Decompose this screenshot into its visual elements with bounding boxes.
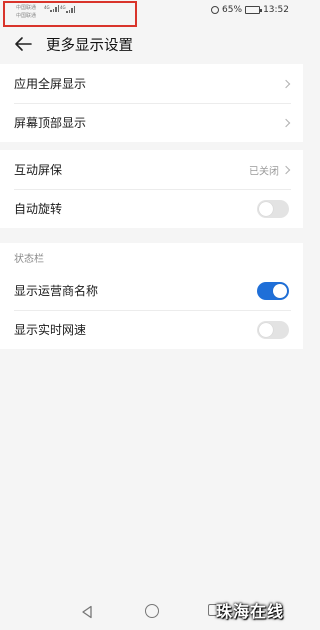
battery-percent: 65% bbox=[222, 5, 243, 15]
nav-home-icon[interactable] bbox=[145, 604, 159, 618]
carrier-name-1: 中国联通 bbox=[16, 5, 37, 11]
setting-value: 已关闭 bbox=[249, 166, 279, 177]
clock: 13:52 bbox=[263, 5, 289, 15]
setting-label: 自动旋转 bbox=[14, 202, 63, 216]
setting-label: 应用全屏显示 bbox=[14, 77, 87, 91]
back-arrow-icon[interactable] bbox=[14, 36, 32, 52]
chevron-right-icon bbox=[281, 79, 291, 88]
screen-group: 互动屏保 已关闭 自动旋转 bbox=[0, 150, 303, 228]
display-group: 应用全屏显示 屏幕顶部显示 bbox=[0, 64, 303, 142]
status-bar: 中国联通 中国联通 4G 4G 65% 13:52 bbox=[0, 0, 303, 27]
battery-icon bbox=[245, 6, 263, 14]
setting-label: 显示实时网速 bbox=[14, 323, 87, 337]
auto-rotate-toggle[interactable] bbox=[257, 199, 289, 218]
page-title: 更多显示设置 bbox=[46, 38, 133, 54]
carrier-name-2: 中国联通 bbox=[16, 13, 37, 19]
setting-show-carrier-name: 显示运营商名称 bbox=[0, 271, 303, 310]
network-type-2: 4G bbox=[60, 5, 66, 10]
chevron-right-icon bbox=[281, 118, 291, 127]
watermark: 珠海在线 bbox=[216, 602, 285, 621]
setting-interactive-screensaver[interactable]: 互动屏保 已关闭 bbox=[0, 150, 303, 189]
chevron-right-icon bbox=[281, 165, 291, 174]
status-bar-group: 状态栏 显示运营商名称 显示实时网速 bbox=[0, 243, 303, 349]
status-right: 65% 13:52 bbox=[211, 5, 289, 15]
network-speed-toggle[interactable] bbox=[257, 320, 289, 339]
signal-icon bbox=[66, 6, 75, 13]
alarm-icon bbox=[211, 6, 220, 14]
setting-label: 互动屏保 bbox=[14, 163, 63, 177]
setting-show-network-speed: 显示实时网速 bbox=[0, 310, 303, 349]
setting-fullscreen-apps[interactable]: 应用全屏显示 bbox=[0, 64, 303, 103]
setting-auto-rotate: 自动旋转 bbox=[0, 189, 303, 228]
network-type-1: 4G bbox=[44, 5, 50, 10]
signal-icon bbox=[50, 5, 59, 12]
carrier-name-toggle[interactable] bbox=[257, 281, 289, 300]
app-header: 更多显示设置 bbox=[0, 28, 303, 60]
nav-back-icon[interactable] bbox=[81, 605, 93, 619]
section-title: 状态栏 bbox=[14, 253, 44, 265]
setting-top-of-screen[interactable]: 屏幕顶部显示 bbox=[0, 103, 303, 142]
setting-label: 显示运营商名称 bbox=[14, 284, 99, 298]
setting-label: 屏幕顶部显示 bbox=[14, 116, 87, 130]
